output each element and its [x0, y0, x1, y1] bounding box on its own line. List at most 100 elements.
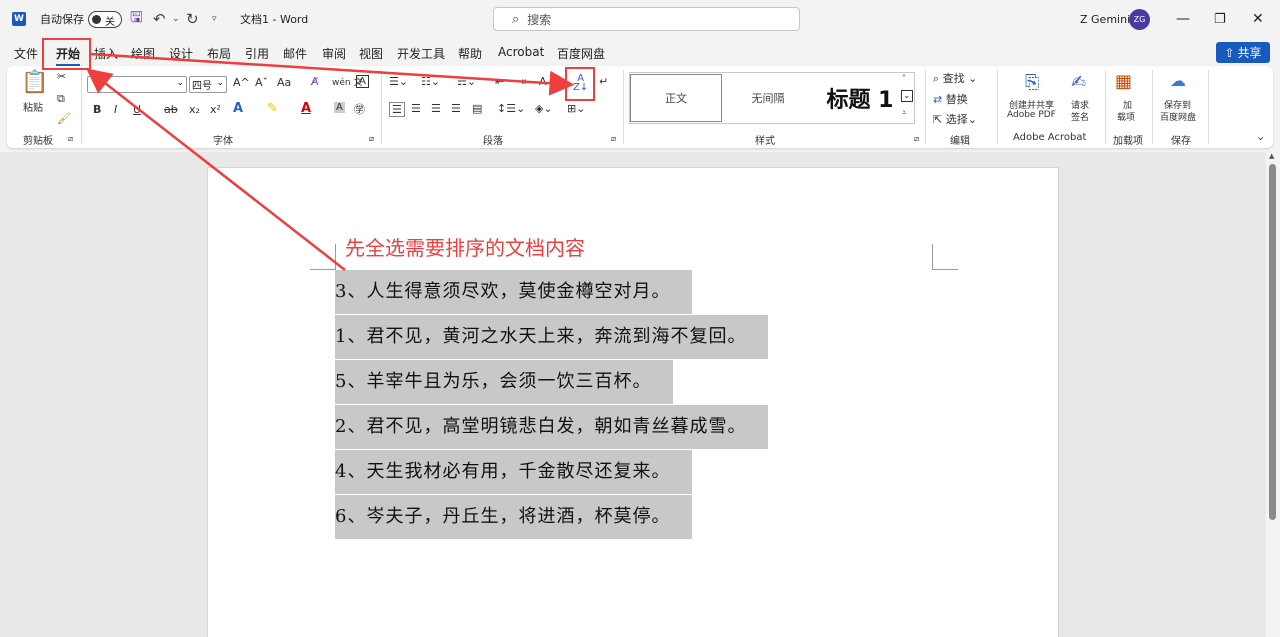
italic-button[interactable]: I [114, 103, 117, 116]
format-painter-icon[interactable]: 🖌 [57, 112, 71, 125]
grow-font-icon[interactable]: A^ [233, 76, 250, 89]
redo-icon[interactable]: ↻ [186, 0, 199, 38]
baidu-label[interactable]: 百度网盘 [1160, 110, 1196, 123]
share-button[interactable]: ⇧ 共享 [1216, 42, 1270, 63]
find-button[interactable]: ⌕ 查找 ⌄ [933, 70, 977, 86]
tab-layout[interactable]: 布局 [207, 45, 231, 62]
addins-label-2[interactable]: 载项 [1117, 110, 1135, 123]
align-left-icon[interactable]: ☰ [389, 102, 405, 117]
close-button[interactable]: ✕ [1252, 0, 1264, 38]
text-line[interactable]: 2、君不见，高堂明镜悲白发，朝如青丝暮成雪。 [335, 405, 769, 449]
tab-review[interactable]: 审阅 [322, 45, 346, 62]
shading-icon[interactable]: ◈⌄ [535, 102, 553, 115]
tab-home[interactable]: 开始 [56, 45, 81, 66]
clipboard-launcher-icon[interactable]: ⧄ [68, 134, 73, 144]
tab-draw[interactable]: 绘图 [131, 45, 155, 62]
copy-icon[interactable]: ⧉ [57, 92, 65, 106]
font-launcher-icon[interactable]: ⧄ [369, 134, 374, 144]
clear-formatting-icon[interactable]: A̸ [311, 75, 319, 88]
font-name-combo[interactable]: ⌄ [87, 76, 187, 93]
sign-label[interactable]: 签名 [1071, 110, 1089, 123]
paste-icon[interactable]: 📋 [21, 70, 48, 95]
borders-icon[interactable]: ⊞⌄ [567, 102, 585, 115]
undo-dropdown-icon[interactable]: ⌄ [172, 0, 180, 38]
replace-button[interactable]: ⇄ 替换 [933, 91, 968, 107]
bullets-icon[interactable]: ☰⌄ [389, 75, 408, 88]
style-normal[interactable]: 正文 [630, 74, 722, 122]
avatar[interactable]: ZG [1129, 9, 1150, 30]
show-marks-icon[interactable]: ↵ [599, 75, 608, 88]
tab-insert[interactable]: 插入 [94, 45, 118, 62]
adobe-pdf-label[interactable]: Adobe PDF [1007, 110, 1056, 120]
tab-references[interactable]: 引用 [245, 45, 269, 62]
create-pdf-icon[interactable]: ⎘ [1025, 72, 1039, 93]
tab-design[interactable]: 设计 [169, 45, 193, 62]
align-right-icon[interactable]: ☰ [431, 102, 441, 115]
font-size-combo[interactable]: 四号 ⌄ [189, 76, 227, 93]
highlight-icon[interactable]: ✎ [267, 101, 278, 116]
tab-view[interactable]: 视图 [359, 45, 383, 62]
underline-button[interactable]: U [133, 103, 141, 116]
user-name[interactable]: Z Gemini [1080, 0, 1130, 38]
bold-button[interactable]: B [93, 103, 101, 116]
request-sign-icon[interactable]: ✍ [1071, 72, 1086, 93]
tab-developer[interactable]: 开发工具 [397, 45, 445, 62]
style-heading-1[interactable]: 标题 1 [814, 74, 906, 122]
scroll-thumb[interactable] [1269, 164, 1276, 520]
distributed-icon[interactable]: ▤ [472, 102, 482, 115]
change-case-icon[interactable]: Aa [277, 76, 291, 89]
subscript-button[interactable]: x₂ [189, 103, 200, 116]
align-center-icon[interactable]: ☰ [411, 102, 421, 115]
font-color-icon[interactable]: A [301, 101, 311, 116]
styles-more-icon[interactable]: ⩡ [902, 108, 907, 118]
search-input[interactable]: ⌕ 搜索 [493, 7, 800, 31]
tab-baidu-netdisk[interactable]: 百度网盘 [557, 45, 605, 62]
addins-icon[interactable]: ▦ [1115, 71, 1132, 92]
enclose-char-icon[interactable]: ㊫ [354, 101, 365, 117]
line-text: 1、君不见，黄河之水天上来，奔流到海不复回。 [335, 315, 769, 359]
justify-icon[interactable]: ☰ [451, 102, 461, 115]
char-shading-icon[interactable]: A [334, 102, 345, 113]
tab-mailings[interactable]: 邮件 [283, 45, 307, 62]
text-line[interactable]: 1、君不见，黄河之水天上来，奔流到海不复回。 [335, 315, 769, 359]
sort-icon[interactable]: A Z↓ [573, 74, 588, 93]
strikethrough-button[interactable]: ab [164, 103, 178, 116]
text-effects-icon[interactable]: A [233, 101, 243, 116]
char-border-icon[interactable]: A [356, 75, 369, 88]
tab-acrobat[interactable]: Acrobat [498, 45, 544, 59]
styles-launcher-icon[interactable]: ⧄ [914, 134, 919, 144]
paste-button[interactable]: 粘贴 [23, 99, 43, 114]
text-line[interactable]: 3、人生得意须尽欢，莫使金樽空对月。 [335, 270, 693, 314]
save-icon[interactable]: 🖫 [130, 0, 143, 38]
shrink-font-icon[interactable]: Aˇ [255, 76, 268, 89]
styles-scroll-up-icon[interactable]: ˄ [902, 74, 906, 83]
restore-button[interactable]: ❐ [1214, 0, 1226, 38]
undo-icon[interactable]: ↶ [153, 0, 166, 38]
baidu-netdisk-icon[interactable]: ☁ [1170, 71, 1186, 90]
increase-indent-icon[interactable]: ⇥ [517, 75, 526, 88]
text-line[interactable]: 5、羊宰牛且为乐，会须一饮三百杯。 [335, 360, 674, 404]
document-title: 文档1 - Word [240, 13, 309, 26]
superscript-button[interactable]: x² [210, 103, 221, 116]
multilevel-list-icon[interactable]: ☵⌄ [457, 75, 476, 88]
autosave-toggle[interactable]: 关 [88, 11, 122, 28]
style-no-spacing[interactable]: 无间隔 [722, 74, 814, 122]
customize-qat-icon[interactable]: ▿ [212, 0, 217, 38]
styles-scroll-down-icon[interactable]: ⌄ [901, 90, 913, 102]
text-line[interactable]: 4、天生我材必有用，千金散尽还复来。 [335, 450, 693, 494]
text-line[interactable]: 6、岑夫子，丹丘生，将进酒，杯莫停。 [335, 495, 693, 539]
line-spacing-icon[interactable]: ↕☰⌄ [497, 102, 525, 115]
numbering-icon[interactable]: ☷⌄ [421, 75, 440, 88]
tab-file[interactable]: 文件 [14, 45, 38, 62]
minimize-button[interactable]: — [1176, 0, 1190, 38]
decrease-indent-icon[interactable]: ⇤ [495, 75, 504, 88]
document-page[interactable]: 先全选需要排序的文档内容 3、人生得意须尽欢，莫使金樽空对月。 1、君不见，黄河… [207, 167, 1059, 637]
scroll-up-icon[interactable]: ▲ [1269, 152, 1274, 160]
vertical-scrollbar[interactable]: ▲ [1266, 152, 1280, 637]
select-button[interactable]: ⇱ 选择⌄ [933, 111, 977, 127]
chinese-layout-icon[interactable]: A⌄ [539, 75, 556, 88]
paragraph-launcher-icon[interactable]: ⧄ [611, 134, 616, 144]
tab-help[interactable]: 帮助 [458, 45, 482, 62]
collapse-ribbon-icon[interactable]: ⌄ [1256, 130, 1265, 143]
cut-icon[interactable]: ✂ [57, 70, 66, 83]
